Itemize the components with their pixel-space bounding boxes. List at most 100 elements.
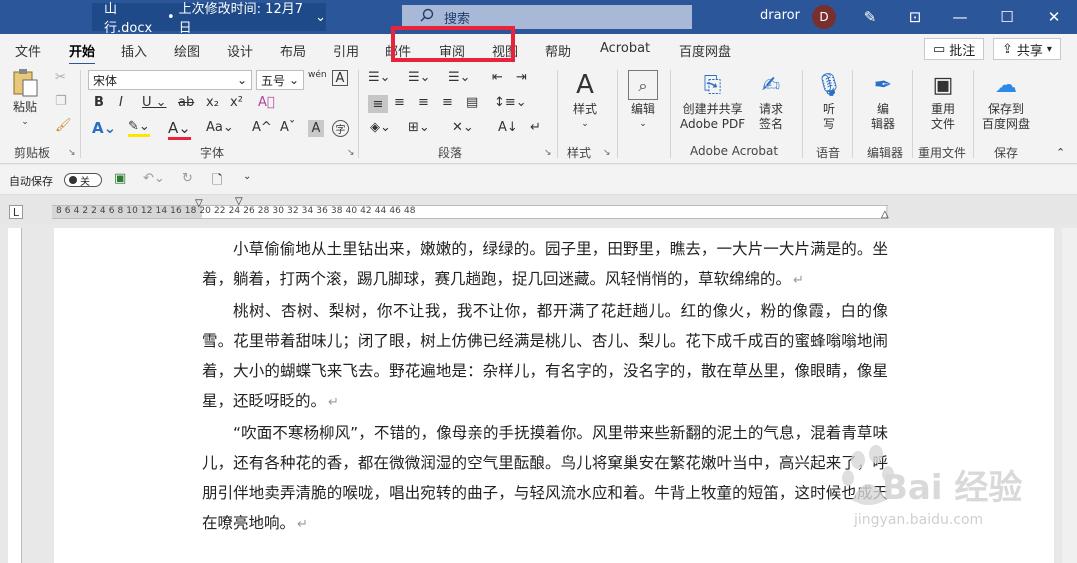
baidu-line2: 百度网盘 [982, 117, 1031, 131]
comment-button[interactable]: ▭ 批注 [924, 38, 985, 60]
share-button[interactable]: ⇪ 共享 ▾ [993, 38, 1061, 60]
copy-icon[interactable]: ❐ [55, 94, 67, 109]
chevron-down-icon: ⌄ [288, 73, 299, 87]
tab-layout[interactable]: 布局 [280, 41, 306, 60]
font-name-value: 宋体 [93, 73, 118, 88]
reuse-line2: 文件 [930, 117, 955, 131]
multilevel-list-icon[interactable]: ☰⌄ [448, 70, 471, 85]
tab-design[interactable]: 设计 [227, 41, 253, 60]
increase-indent-icon[interactable]: ⇥ [516, 70, 527, 85]
justify-icon[interactable]: ≡ [442, 95, 453, 110]
clipboard-launcher-icon[interactable]: ↘ [68, 148, 76, 158]
tab-references[interactable]: 引用 [333, 41, 359, 60]
tab-acrobat[interactable]: Acrobat [600, 41, 650, 56]
styles-launcher-icon[interactable]: ↘ [603, 148, 611, 158]
save-group-label: 保存 [994, 146, 1019, 160]
new-document-icon[interactable]: 🗋 [212, 171, 222, 193]
reuse-files-button[interactable]: ▣ 重用 文件 [928, 70, 958, 132]
character-shading-icon[interactable]: A [308, 120, 324, 137]
vertical-scrollbar[interactable] [1062, 228, 1077, 563]
dictate-button[interactable]: 🎙 听 写 [814, 70, 844, 132]
show-marks-icon[interactable]: ↵ [530, 120, 541, 135]
paragraph-mark: ↵ [328, 395, 339, 410]
acrobat-group-label: Adobe Acrobat [690, 144, 779, 158]
tab-selector-icon[interactable]: L [9, 205, 23, 219]
borders-icon[interactable]: ⊞⌄ [408, 120, 430, 135]
doc-name: 山行.docx [104, 2, 153, 36]
chinese-layout-icon[interactable]: ✕⌄ [452, 120, 474, 135]
editor-button[interactable]: ✒ 编 辑器 [868, 70, 898, 132]
styles-icon: A [576, 69, 594, 100]
font-size-select[interactable]: 五号 ⌄ [256, 70, 304, 90]
pen-icon[interactable]: ✎ [859, 6, 881, 28]
editing-button[interactable]: ⌕ 编辑 ⌄ [628, 70, 658, 132]
baidu-line1: 保存到 [988, 102, 1025, 116]
align-left-icon[interactable]: ≡ [368, 95, 388, 113]
numbering-icon[interactable]: ☰⌄ [408, 70, 431, 85]
format-painter-icon[interactable]: 🖌 [55, 118, 72, 133]
title-bar: 山行.docx • 上次修改时间: 12月7日 ⌄ 搜索 draror D ✎ … [0, 0, 1077, 36]
bold-icon[interactable]: B [94, 95, 104, 110]
ribbon-display-icon[interactable]: ⊡ [904, 6, 926, 28]
redo-icon[interactable]: ↻ [182, 171, 193, 186]
font-name-select[interactable]: 宋体 ⌄ [88, 70, 252, 90]
close-icon[interactable]: ✕ [1043, 6, 1065, 28]
customize-qat-icon[interactable]: ⌄ [243, 171, 251, 182]
highlight-icon[interactable]: ✎⌄ [128, 119, 150, 137]
minimize-icon[interactable]: — [949, 6, 971, 28]
tab-draw[interactable]: 绘图 [174, 41, 200, 60]
line-spacing-icon[interactable]: ↕≡⌄ [494, 95, 527, 110]
paragraph-launcher-icon[interactable]: ↘ [544, 148, 552, 158]
autosave-toggle[interactable]: 关 [64, 173, 102, 188]
strikethrough-icon[interactable]: ab [178, 95, 194, 110]
align-center-icon[interactable]: ≡ [394, 95, 405, 110]
text-effects-icon[interactable]: A⌄ [92, 119, 116, 137]
italic-icon[interactable]: I [119, 95, 123, 110]
hanging-indent-marker[interactable]: ▽ [235, 196, 243, 207]
paste-button[interactable]: 粘贴 ⌄ [10, 68, 40, 130]
font-launcher-icon[interactable]: ↘ [347, 148, 355, 158]
distributed-icon[interactable]: ▤ [466, 95, 478, 110]
horizontal-ruler-area: L 8 6 4 2 2 4 6 8 10 12 14 16 18 20 22 2… [0, 195, 1077, 225]
shrink-font-icon[interactable]: Aˇ [280, 120, 295, 135]
document-body[interactable]: 小草偷偷地从土里钻出来，嫩嫩的，绿绿的。园子里，田野里，瞧去，一大片一大片满是的… [202, 234, 888, 540]
first-line-indent-marker[interactable]: ▽ [195, 198, 203, 209]
character-border-icon[interactable]: A [332, 70, 348, 86]
document-title[interactable]: 山行.docx • 上次修改时间: 12月7日 ⌄ [92, 2, 326, 36]
tab-file[interactable]: 文件 [15, 41, 41, 60]
clear-format-icon[interactable]: A⃫ [258, 95, 275, 110]
cut-icon[interactable]: ✂ [55, 70, 66, 85]
superscript-icon[interactable]: x² [230, 95, 243, 110]
shading-icon[interactable]: ◈⌄ [370, 120, 391, 135]
collapse-ribbon-icon[interactable]: ⌃ [1056, 146, 1065, 159]
phonetic-guide-icon[interactable]: wén [308, 70, 327, 80]
vertical-ruler[interactable] [8, 228, 22, 563]
last-modified: 上次修改时间: 12月7日 [178, 2, 303, 36]
underline-icon[interactable]: U ⌄ [142, 95, 167, 110]
create-pdf-button[interactable]: ⎘ 创建并共享 Adobe PDF [680, 70, 745, 132]
undo-icon[interactable]: ↶⌄ [143, 171, 165, 186]
styles-button[interactable]: A 样式 ⌄ [570, 70, 600, 132]
user-name[interactable]: draror [760, 8, 800, 23]
avatar[interactable]: D [812, 5, 836, 29]
maximize-icon[interactable]: ☐ [996, 6, 1018, 28]
font-color-icon[interactable]: A⌄ [168, 119, 191, 140]
change-case-icon[interactable]: Aa⌄ [206, 120, 234, 135]
tab-insert[interactable]: 插入 [121, 41, 147, 60]
enclose-characters-icon[interactable]: 字 [332, 120, 349, 137]
tab-home[interactable]: 开始 [69, 41, 96, 66]
subscript-icon[interactable]: x₂ [206, 95, 219, 110]
bullets-icon[interactable]: ☰⌄ [368, 70, 391, 85]
horizontal-ruler[interactable]: 8 6 4 2 2 4 6 8 10 12 14 16 18 20 22 24 … [52, 196, 889, 220]
ribbon: 粘贴 ⌄ ✂ ❐ 🖌 剪贴板 ↘ 宋体 ⌄ 五号 ⌄ wén A B I U ⌄ a… [0, 64, 1077, 164]
tab-baidu-netdisk[interactable]: 百度网盘 [679, 41, 731, 60]
tab-help[interactable]: 帮助 [545, 41, 571, 60]
sort-icon[interactable]: A↓ [498, 120, 518, 135]
right-indent-marker[interactable]: △ [881, 209, 889, 220]
save-icon[interactable]: ▣ [114, 171, 126, 186]
save-to-baidu-button[interactable]: ☁ 保存到 百度网盘 [982, 70, 1030, 132]
align-right-icon[interactable]: ≡ [418, 95, 429, 110]
decrease-indent-icon[interactable]: ⇤ [492, 70, 503, 85]
request-signature-button[interactable]: ✍ 请求 签名 [756, 70, 786, 132]
grow-font-icon[interactable]: A^ [252, 120, 272, 135]
